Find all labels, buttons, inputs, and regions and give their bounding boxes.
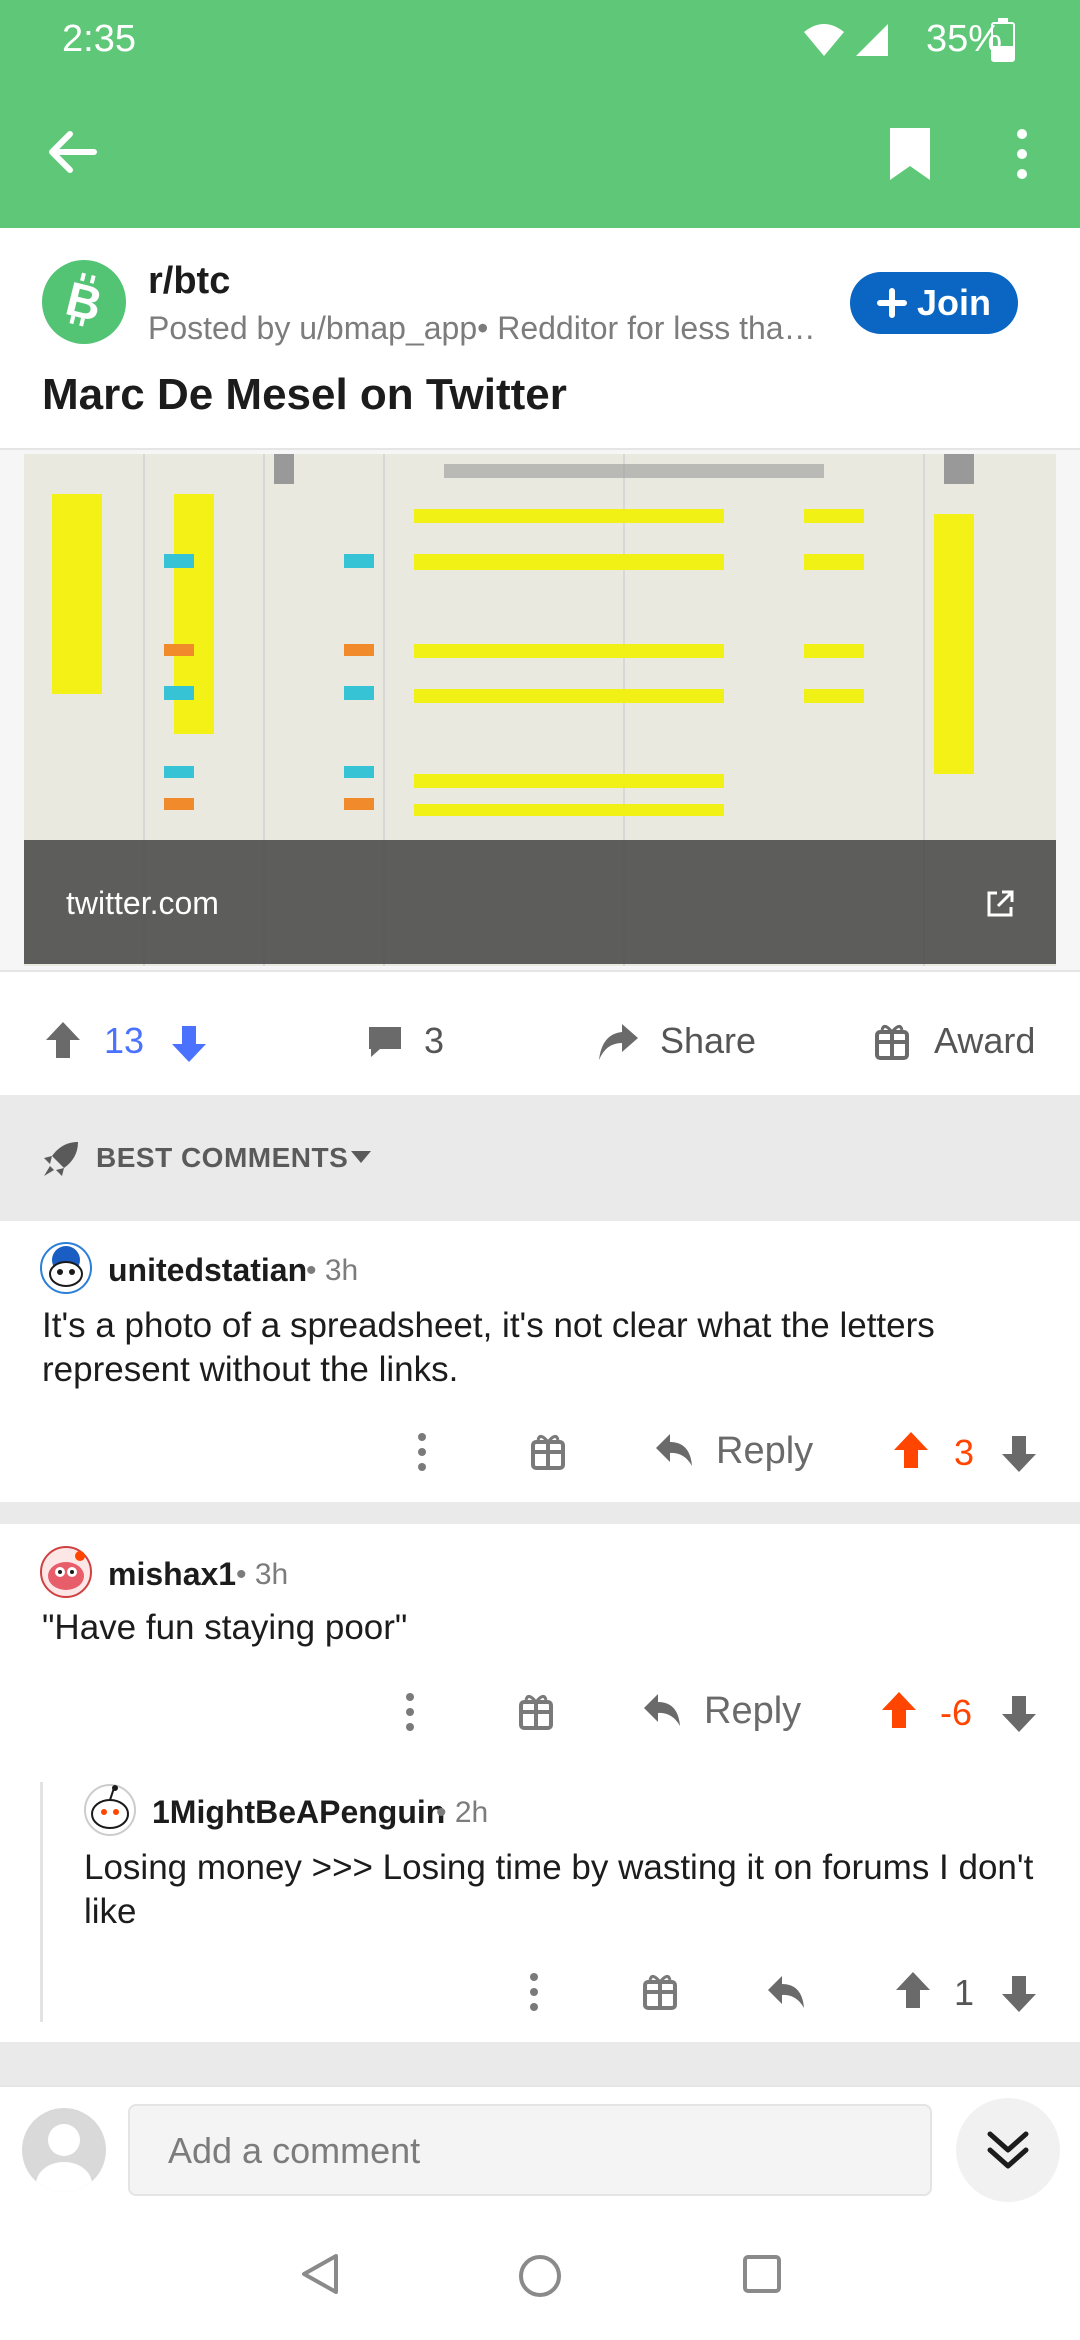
my-avatar[interactable] (22, 2108, 106, 2192)
double-chevron-down-icon (987, 2131, 1029, 2169)
award-button[interactable]: Award (934, 1020, 1035, 1062)
external-link-icon (987, 890, 1014, 917)
system-nav-bar (0, 2220, 1080, 2340)
award-gift-icon[interactable] (642, 1972, 678, 2010)
svg-text:B: B (61, 273, 107, 333)
user-avatar[interactable] (40, 1242, 92, 1294)
app-bar (0, 80, 1080, 228)
comment-author[interactable]: 1MightBeAPenguin (152, 1794, 445, 1831)
award-gift-icon[interactable] (530, 1432, 566, 1470)
comment-score: -6 (940, 1692, 973, 1733)
plus-icon (876, 288, 907, 318)
comment-time: • 3h (236, 1558, 289, 1591)
reply-icon[interactable] (642, 1690, 682, 1730)
status-time: 2:35 (62, 18, 136, 60)
reply-button[interactable]: Reply (716, 1430, 813, 1473)
upvote-icon[interactable] (894, 1970, 932, 2010)
comment-body: "Have fun staying poor" (42, 1608, 408, 1647)
award-gift-icon[interactable] (874, 1022, 910, 1060)
bitcoin-icon: B (61, 273, 107, 333)
cellular-signal-icon (856, 24, 888, 56)
downvote-icon[interactable] (1000, 1434, 1038, 1474)
post-title[interactable]: Marc De Mesel on Twitter (42, 370, 567, 420)
join-label: Join (916, 282, 991, 323)
share-icon[interactable] (596, 1020, 640, 1064)
comment-time-value: 2h (454, 1796, 489, 1829)
subreddit-avatar[interactable]: B (42, 260, 126, 344)
post-score: 13 (104, 1020, 145, 1061)
user-placeholder-icon (36, 2124, 92, 2192)
downvote-icon[interactable] (1000, 1974, 1038, 2014)
posted-by[interactable]: Posted by u/bmap_app• Redditor for less … (148, 310, 828, 347)
more-vertical-icon[interactable] (1010, 128, 1034, 180)
comment-time-value: 3h (254, 1558, 289, 1591)
link-domain: twitter.com (66, 885, 219, 921)
comment-author[interactable]: mishax1 (108, 1556, 236, 1593)
reply-button[interactable]: Reply (704, 1690, 801, 1733)
scroll-down-button[interactable] (956, 2098, 1060, 2202)
award-gift-icon[interactable] (518, 1692, 554, 1730)
back-arrow-icon[interactable] (46, 126, 98, 178)
nav-back-icon[interactable] (300, 2252, 340, 2296)
comment-author[interactable]: unitedstatian (108, 1252, 307, 1289)
bookmark-icon[interactable] (888, 126, 932, 182)
nav-recents-icon[interactable] (742, 2254, 782, 2294)
add-comment-placeholder[interactable]: Add a comment (168, 2130, 420, 2172)
reply-icon[interactable] (766, 1972, 806, 2012)
comment-icon[interactable] (366, 1024, 404, 1060)
upvote-icon[interactable] (880, 1690, 918, 1730)
battery-icon (991, 18, 1015, 62)
chevron-down-icon[interactable] (350, 1150, 372, 1164)
wifi-icon (804, 24, 844, 56)
more-vertical-icon[interactable] (416, 1432, 428, 1472)
more-vertical-icon[interactable] (404, 1692, 416, 1732)
nav-home-icon[interactable] (518, 2254, 562, 2298)
rocket-icon (44, 1142, 78, 1176)
comment-body: Losing money >>> Losing time by wasting … (84, 1848, 1034, 1931)
comment-time: • 3h (306, 1254, 359, 1287)
comment-divider (0, 1502, 1080, 1524)
comment-time: • 2h (436, 1796, 489, 1829)
composer-divider (0, 2085, 1080, 2087)
comment-time-value: 3h (324, 1254, 359, 1287)
downvote-icon[interactable] (1000, 1694, 1038, 1734)
upvote-icon[interactable] (44, 1020, 82, 1060)
reply-icon[interactable] (654, 1430, 694, 1470)
join-button[interactable]: Join (850, 272, 1018, 334)
sort-label[interactable]: BEST COMMENTS (96, 1142, 348, 1174)
more-vertical-icon[interactable] (528, 1972, 540, 2012)
share-button[interactable]: Share (660, 1020, 756, 1062)
comment-score: 1 (954, 1972, 975, 2013)
comment-body: It's a photo of a spreadsheet, it's not … (42, 1306, 935, 1389)
comment-divider (0, 2042, 1080, 2086)
downvote-icon[interactable] (170, 1024, 208, 1064)
comment-count[interactable]: 3 (424, 1020, 444, 1062)
user-avatar[interactable] (40, 1546, 92, 1598)
subreddit-name[interactable]: r/btc (148, 260, 230, 303)
user-avatar[interactable] (84, 1784, 136, 1836)
thread-line[interactable] (40, 1782, 43, 2022)
comment-score: 3 (954, 1432, 975, 1473)
upvote-icon[interactable] (892, 1430, 930, 1470)
status-bar: 2:35 35% (0, 0, 1080, 80)
